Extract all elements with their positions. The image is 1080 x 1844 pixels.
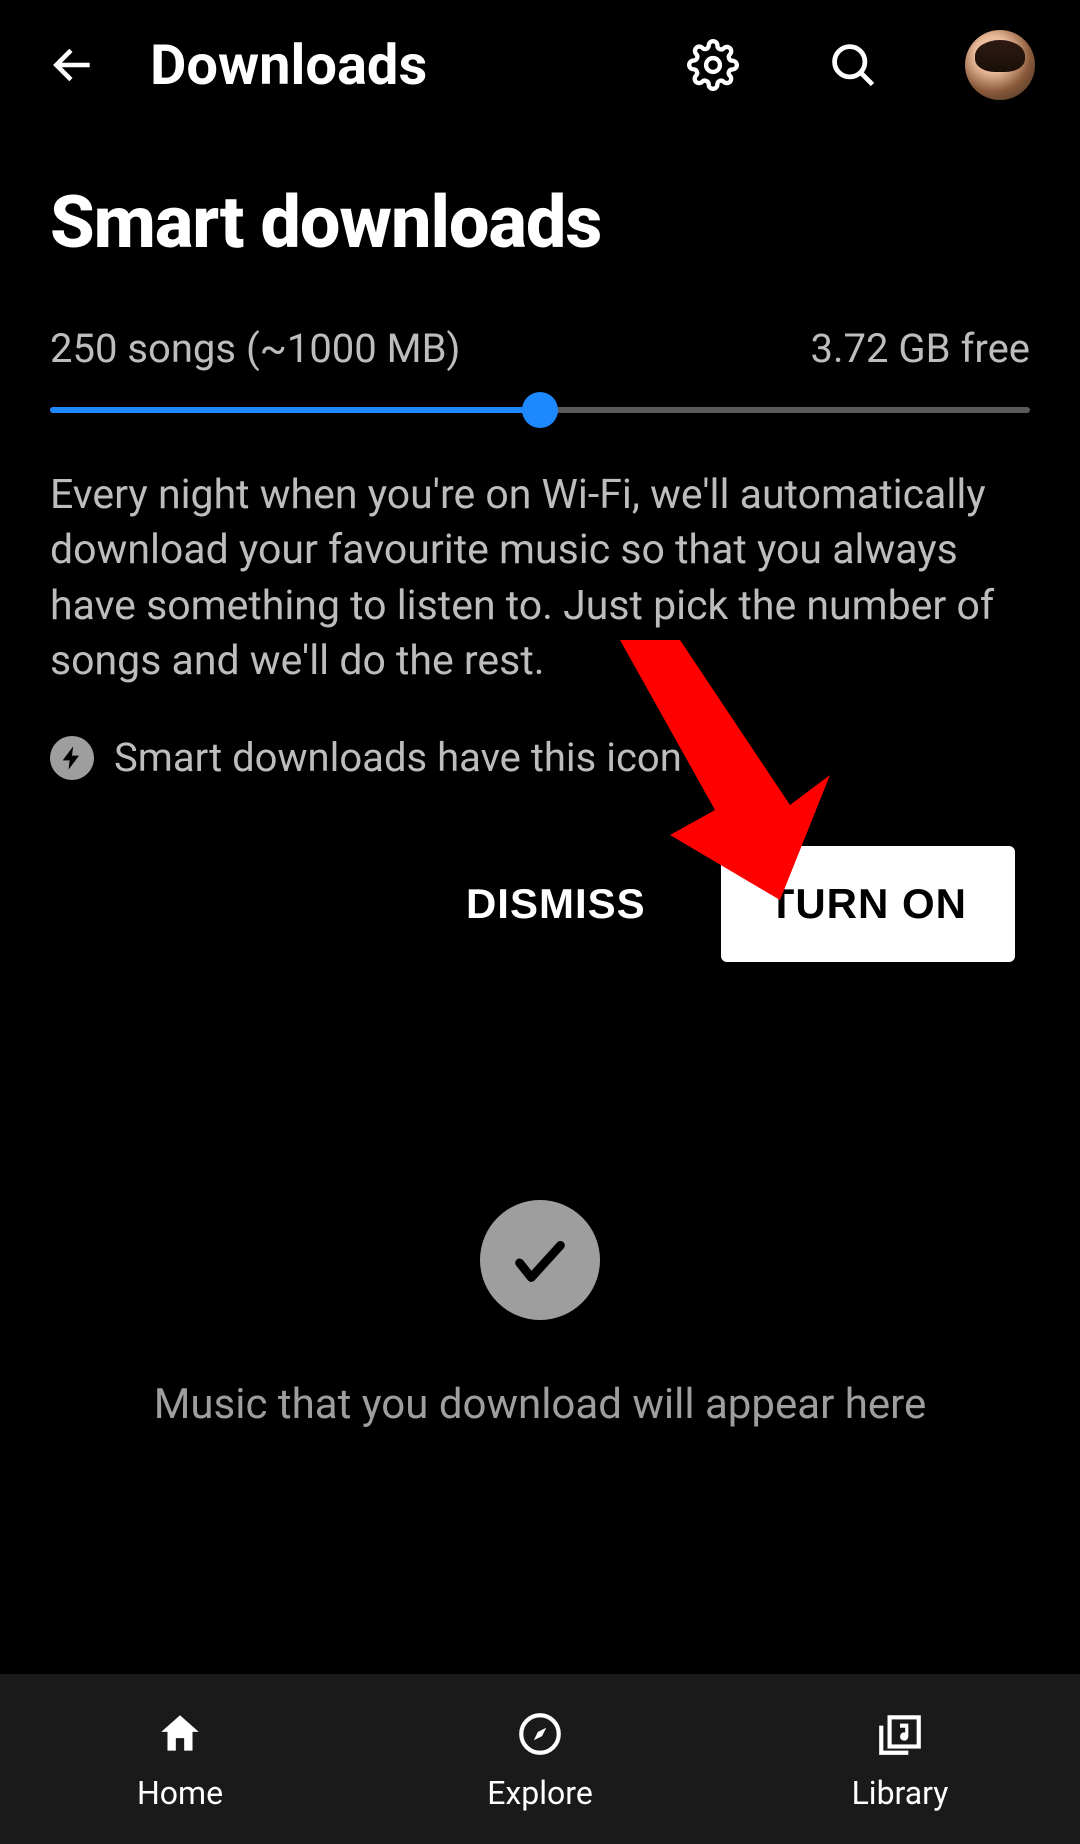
page-title: Downloads [150, 32, 427, 98]
turn-on-button[interactable]: TURN ON [721, 846, 1015, 962]
slider-fill [50, 407, 540, 413]
nav-library-label: Library [852, 1774, 949, 1812]
library-icon [873, 1707, 928, 1762]
check-icon [480, 1200, 600, 1320]
nav-home[interactable]: Home [0, 1674, 360, 1844]
nav-explore-label: Explore [487, 1774, 593, 1812]
dismiss-button[interactable]: DISMISS [446, 850, 666, 958]
smart-downloads-description: Every night when you're on Wi-Fi, we'll … [50, 468, 1030, 689]
search-icon[interactable] [825, 38, 880, 93]
back-arrow-icon[interactable] [45, 38, 100, 93]
nav-home-label: Home [137, 1774, 223, 1812]
settings-gear-icon[interactable] [685, 38, 740, 93]
slider-thumb[interactable] [522, 392, 558, 428]
songs-count-label: 250 songs (~1000 MB) [50, 325, 460, 372]
nav-explore[interactable]: Explore [360, 1674, 720, 1844]
bolt-icon [50, 736, 94, 780]
smart-downloads-title: Smart downloads [50, 180, 1030, 265]
storage-free-label: 3.72 GB free [810, 325, 1030, 372]
compass-icon [513, 1707, 568, 1762]
smart-downloads-hint: Smart downloads have this icon [114, 734, 682, 781]
empty-state-message: Music that you download will appear here [154, 1380, 927, 1429]
avatar[interactable] [965, 30, 1035, 100]
songs-slider[interactable] [50, 407, 1030, 413]
home-icon [153, 1707, 208, 1762]
nav-library[interactable]: Library [720, 1674, 1080, 1844]
